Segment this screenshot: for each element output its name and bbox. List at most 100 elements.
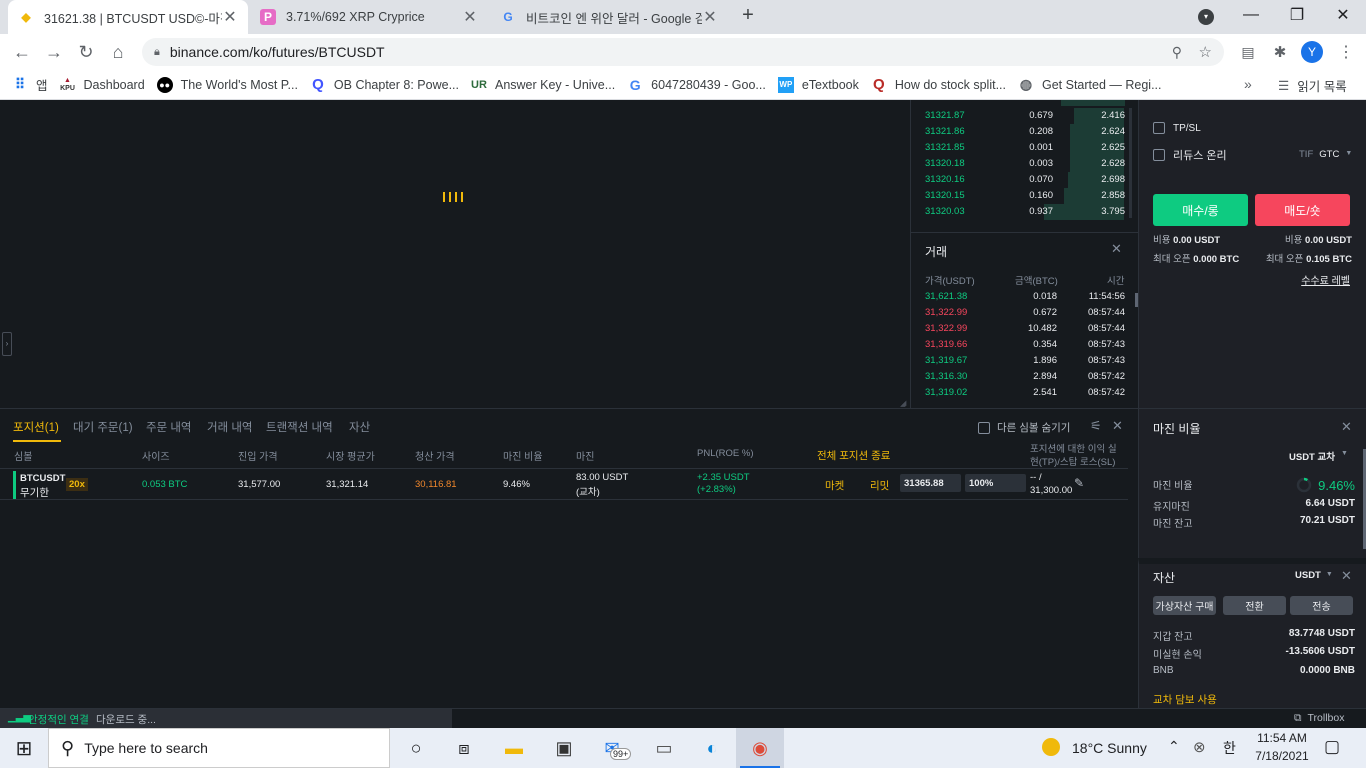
- buy-crypto-button[interactable]: 가상자산 구매: [1153, 596, 1216, 615]
- order-book-row[interactable]: 31320.16 0.070 2.698: [925, 172, 1125, 188]
- buy-long-button[interactable]: 매수/롱: [1153, 194, 1248, 226]
- meet-now-icon[interactable]: ⊗: [1193, 738, 1206, 756]
- margin-mode-select[interactable]: USDT 교차 ▼: [1289, 449, 1348, 463]
- weather-sun-icon[interactable]: [1042, 738, 1060, 756]
- order-book-row[interactable]: 31320.18 0.003 2.628: [925, 156, 1125, 172]
- close-icon[interactable]: ✕: [462, 7, 478, 27]
- tab-assets[interactable]: 자산: [349, 419, 370, 435]
- lock-icon[interactable]: 🔒︎: [154, 46, 160, 59]
- order-book-row[interactable]: 31321.87 0.679 2.416: [925, 108, 1125, 124]
- tab-trade-history[interactable]: 거래 내역: [207, 419, 253, 435]
- bookmark-medium[interactable]: ●● The World's Most P...: [156, 76, 298, 93]
- convert-button[interactable]: 전환: [1223, 596, 1286, 615]
- clock-date[interactable]: 7/18/2021: [1252, 749, 1312, 763]
- ob-amount: 0.937: [1029, 206, 1053, 217]
- order-book-row[interactable]: 31320.03 0.937 3.795: [925, 204, 1125, 220]
- order-book-row[interactable]: 31321.86 0.208 2.624: [925, 124, 1125, 140]
- tab-open-orders[interactable]: 대기 주문(1): [73, 419, 133, 435]
- show-hidden-icons[interactable]: ⌃: [1168, 738, 1180, 755]
- order-book-row[interactable]: 31321.85 0.001 2.625: [925, 140, 1125, 156]
- close-icon[interactable]: ✕: [702, 7, 718, 27]
- cortana-icon[interactable]: ○: [402, 734, 430, 762]
- document-extension-icon[interactable]: ▤: [1232, 34, 1264, 70]
- bookmark-quora[interactable]: Q How do stock split...: [871, 76, 1006, 93]
- ime-indicator[interactable]: 한: [1223, 738, 1236, 758]
- limit-close-button[interactable]: 리밋: [870, 478, 889, 493]
- chrome-icon[interactable]: ◉: [746, 734, 774, 762]
- medium-icon: ●●: [156, 76, 173, 93]
- omnibox[interactable]: 🔒︎ binance.com/ko/futures/BTCUSDT ⚲ ☆: [142, 38, 1224, 66]
- edge-icon[interactable]: ◐: [698, 734, 726, 762]
- close-icon[interactable]: ✕: [1341, 568, 1352, 584]
- back-icon[interactable]: ←: [6, 34, 38, 70]
- leverage-badge[interactable]: 20x: [66, 478, 88, 491]
- settings-sliders-icon[interactable]: ⚟: [1090, 418, 1102, 434]
- notifications-icon[interactable]: ▢: [1324, 737, 1340, 757]
- window-close-icon[interactable]: ✕: [1320, 0, 1366, 30]
- minimize-icon[interactable]: —: [1228, 0, 1274, 30]
- tpsl-checkbox[interactable]: [1153, 122, 1165, 134]
- position-margin: 83.00 USDT: [576, 472, 629, 483]
- windows-start-icon[interactable]: ⊞: [10, 734, 38, 762]
- maximize-icon[interactable]: ❐: [1274, 0, 1320, 30]
- close-icon[interactable]: ✕: [1341, 419, 1352, 435]
- tpsl-option[interactable]: TP/SL: [1153, 122, 1201, 134]
- store-icon[interactable]: ▣: [550, 734, 578, 762]
- home-icon[interactable]: ⌂: [102, 34, 134, 70]
- profile-avatar[interactable]: Y: [1301, 41, 1323, 63]
- close-icon[interactable]: ✕: [1112, 418, 1123, 434]
- bookmark-star-icon[interactable]: ☆: [1199, 43, 1212, 61]
- bookmark-answer-key[interactable]: UR Answer Key - Unive...: [471, 77, 615, 93]
- reduce-only-option[interactable]: 리듀스 온리: [1153, 147, 1227, 163]
- bookmark-apps[interactable]: ⠿ 앱: [12, 75, 48, 94]
- tab-cryprice[interactable]: P 3.71%/692 XRP Cryprice ✕: [250, 0, 488, 34]
- reload-icon[interactable]: ↻: [70, 34, 102, 70]
- reduce-only-checkbox[interactable]: [1153, 149, 1165, 161]
- trollbox-button[interactable]: ⧉ Trollbox: [1294, 712, 1344, 725]
- tab-transaction-history[interactable]: 트랜잭션 내역: [266, 419, 333, 435]
- weather-text[interactable]: 18°C Sunny: [1072, 740, 1147, 756]
- bookmark-etextbook[interactable]: WP eTextbook: [777, 76, 859, 93]
- file-explorer-icon[interactable]: ▬: [500, 734, 528, 762]
- sell-short-button[interactable]: 매도/숏: [1255, 194, 1350, 226]
- laptop-app-icon[interactable]: ▭: [650, 734, 678, 762]
- bookmark-quizlet[interactable]: Q OB Chapter 8: Powe...: [310, 76, 459, 93]
- tab-google[interactable]: G 비트코인 엔 위안 달러 - Google 검색 ✕: [490, 0, 728, 34]
- edit-pencil-icon[interactable]: ✎: [1074, 476, 1084, 490]
- reading-list[interactable]: ☰ 읽기 목록: [1278, 76, 1347, 95]
- scrollbar[interactable]: [1129, 108, 1132, 218]
- close-icon[interactable]: ✕: [222, 7, 238, 27]
- currency-select[interactable]: USDT ▼: [1295, 570, 1333, 581]
- tab-binance[interactable]: ◆ 31621.38 | BTCUSDT USD©-마진 ✕: [8, 0, 248, 34]
- bookmark-dashboard[interactable]: ▲ KPU Dashboard: [60, 77, 145, 93]
- menu-icon[interactable]: ⋮: [1330, 34, 1362, 70]
- expand-panel-icon[interactable]: ›: [2, 332, 12, 356]
- tif-select[interactable]: TIF GTC ▼: [1299, 149, 1352, 160]
- tab-order-history[interactable]: 주문 내역: [146, 419, 192, 435]
- new-tab-icon[interactable]: +: [736, 4, 760, 28]
- more-bookmarks-icon[interactable]: »: [1244, 76, 1252, 92]
- resize-handle-icon[interactable]: ◢: [901, 399, 906, 407]
- hide-other-checkbox[interactable]: [978, 421, 990, 434]
- transfer-button[interactable]: 전송: [1290, 596, 1353, 615]
- bookmark-google[interactable]: G 6047280439 - Goo...: [627, 77, 766, 93]
- close-icon[interactable]: ✕: [1111, 241, 1122, 257]
- chart-area[interactable]: › ◢: [0, 100, 910, 408]
- hide-other-symbols[interactable]: 다른 심볼 숨기기: [978, 420, 1070, 435]
- extensions-icon[interactable]: ✱: [1264, 34, 1296, 70]
- fee-level-link[interactable]: 수수료 레벨: [1301, 272, 1350, 287]
- tab-search-icon[interactable]: ▾: [1198, 9, 1214, 25]
- zoom-search-icon[interactable]: ⚲: [1172, 44, 1182, 61]
- market-close-button[interactable]: 마켓: [825, 478, 844, 493]
- cross-collateral-link[interactable]: 교차 담보 사용: [1153, 692, 1217, 707]
- close-all-positions-button[interactable]: 전체 포지션 종료: [817, 448, 890, 463]
- limit-percent-input[interactable]: 100%: [965, 474, 1026, 492]
- forward-icon[interactable]: →: [38, 34, 70, 70]
- bookmark-get-started[interactable]: ◍ Get Started — Regi...: [1018, 76, 1162, 93]
- task-view-icon[interactable]: ⧈: [450, 734, 478, 762]
- tab-positions[interactable]: 포지션(1): [13, 419, 59, 435]
- order-book-row[interactable]: 31320.15 0.160 2.858: [925, 188, 1125, 204]
- limit-price-input[interactable]: 31365.88: [900, 474, 961, 492]
- clock-time[interactable]: 11:54 AM: [1254, 731, 1310, 745]
- taskbar-search[interactable]: ⚲ Type here to search: [48, 728, 390, 768]
